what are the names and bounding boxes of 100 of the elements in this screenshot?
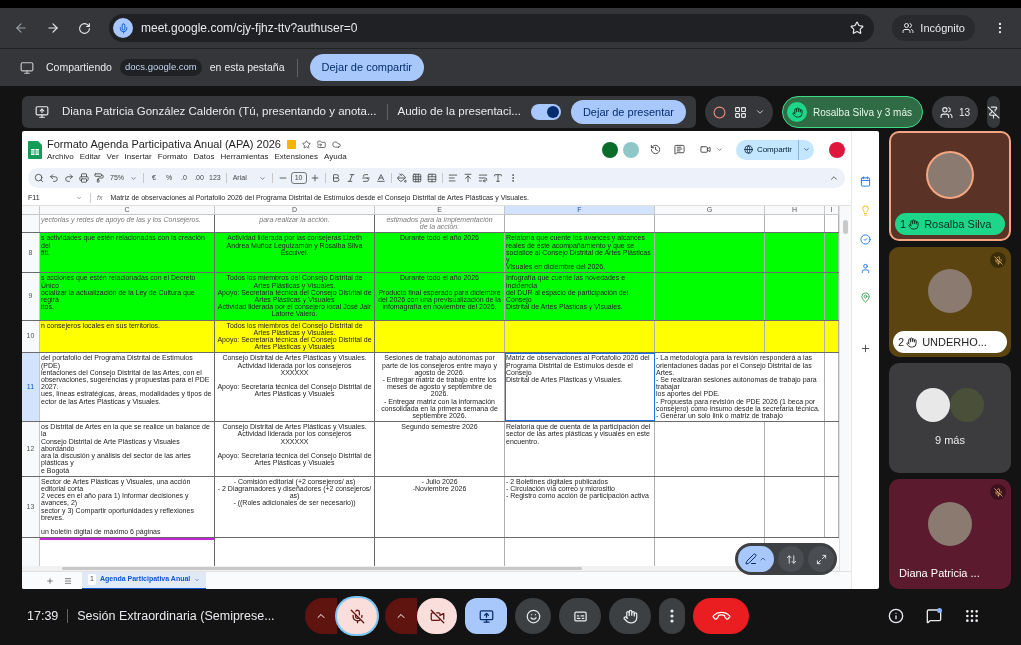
menu-item[interactable]: Archivo [47,150,74,162]
document-title[interactable]: Formato Agenda Participativa Anual (APA) 2026 [47,137,281,151]
menu-item[interactable]: Ver [106,150,119,162]
menu-item[interactable]: Datos [193,150,215,162]
audio-options-button[interactable] [305,598,338,634]
captions-icon [572,608,588,624]
microphone-button[interactable] [337,598,378,634]
row-header[interactable] [22,215,40,233]
more-icon [670,609,675,623]
participant-name: Diana Patricia ... [898,565,981,581]
undo-icon [49,173,59,183]
expand-icon [815,553,827,565]
menu-item[interactable]: Extensiones [274,150,319,162]
emoji-button[interactable] [515,598,552,634]
presenter-label: Diana Patricia González Calderón (Tú, presentando y anota... [62,104,377,120]
present-button[interactable] [465,598,508,634]
record-icon[interactable] [713,105,726,119]
clock-text: 17:39 [27,607,59,625]
raise-hand-button[interactable] [609,598,652,634]
raised-hand-icon [787,102,807,122]
paint-format-button[interactable] [92,170,106,186]
contacts-icon[interactable] [860,263,871,274]
pen-icon [745,553,757,565]
pen-button[interactable] [738,546,774,572]
search-icon [34,173,44,183]
strikethrough-icon [360,173,371,183]
fill-color-button[interactable] [394,170,409,186]
info-icon[interactable] [888,608,904,624]
tasks-icon[interactable] [860,234,871,245]
meeting-title: Sesión Extraordinaria (Semiprese... [77,607,276,625]
expand-button[interactable] [808,546,834,572]
text-rotation-icon [492,173,503,183]
caret-icon [759,555,767,563]
back-icon[interactable] [14,21,28,35]
more-participants-tile[interactable]: 9 más [889,363,1011,473]
present-icon [35,105,49,119]
cloud-icon[interactable] [332,139,341,149]
forward-icon[interactable] [46,21,60,35]
history-icon[interactable] [649,144,661,155]
menu-item[interactable]: Ayuda [324,150,347,162]
account-avatar[interactable] [829,141,845,158]
comment-icon[interactable] [673,144,685,155]
print-button[interactable] [77,170,91,186]
audio-toggle[interactable] [530,104,561,120]
globe-icon [743,145,753,154]
chat-icon[interactable] [926,608,942,624]
pin-off-button[interactable] [987,96,1001,128]
add-sheet-icon[interactable] [46,576,54,585]
participant-tile[interactable]: 2 UNDERHO... [889,247,1011,357]
participant-name: UNDERHO... [922,334,987,350]
address-bar[interactable]: meet.google.com/cjy-fjhz-ttv?authuser=0 [109,14,875,42]
italic-icon [345,173,356,183]
leave-call-button[interactable] [693,598,750,634]
caret-icon [130,174,137,182]
participants-button[interactable]: 13 [931,96,979,128]
menu-item[interactable]: Herramientas [220,150,269,162]
layout-icon[interactable] [734,105,747,119]
reorder-button[interactable] [778,546,804,572]
avatar-placeholder [950,387,984,422]
video-icon[interactable] [699,144,711,155]
more-options-button[interactable] [659,598,686,634]
calendar-icon[interactable] [860,176,871,187]
camera-button[interactable] [417,598,458,634]
stop-presenting-button[interactable]: Dejar de presentar [570,100,686,124]
avatar[interactable] [601,141,618,158]
paint-roller-icon [94,173,104,183]
participant-tile[interactable]: Diana Patricia ... [889,479,1011,589]
wrap-text-icon [477,173,488,183]
caret-icon[interactable] [715,146,723,153]
url-text: meet.google.com/cjy-fjhz-ttv?authuser=0 [141,20,358,37]
avatar-photo-placeholder [928,153,972,197]
vertical-scrollbar[interactable] [843,220,848,234]
folder-icon[interactable] [317,139,326,149]
bookmark-star-icon[interactable] [850,21,865,35]
present-icon [478,608,494,624]
sharing-suffix: en esta pestaña [209,59,285,75]
camera-off-icon [429,608,445,624]
menu-item[interactable]: Insertar [124,150,152,162]
reload-icon[interactable] [78,21,91,35]
raised-hands-button[interactable]: Rosalba Silva y 3 más [782,96,923,128]
add-icon[interactable] [860,343,871,354]
hand-rank: 2 [898,334,905,350]
merge-cells-icon [426,173,437,183]
menu-item[interactable]: Editar [79,150,101,162]
raised-hand-icon [908,218,920,230]
all-sheets-icon[interactable] [64,576,72,585]
participant-tile[interactable]: 1 Rosalba Silva [889,131,1011,241]
caret-icon[interactable] [755,107,765,117]
captions-button[interactable] [559,598,602,634]
hand-icon [622,608,638,624]
spreadsheet-logo-icon[interactable] [28,140,42,159]
stop-sharing-button[interactable]: Dejar de compartir [309,54,424,81]
menu-item[interactable]: Formato [157,150,188,162]
map-pin-icon[interactable] [860,292,871,303]
star-icon[interactable] [302,139,311,149]
incognito-button[interactable]: Incógnito [892,15,975,41]
avatar-placeholder [916,387,950,422]
apps-icon[interactable] [964,608,980,624]
audio-label: Audio de la presentaci... [397,104,521,120]
more-count: 9 más [935,432,965,448]
